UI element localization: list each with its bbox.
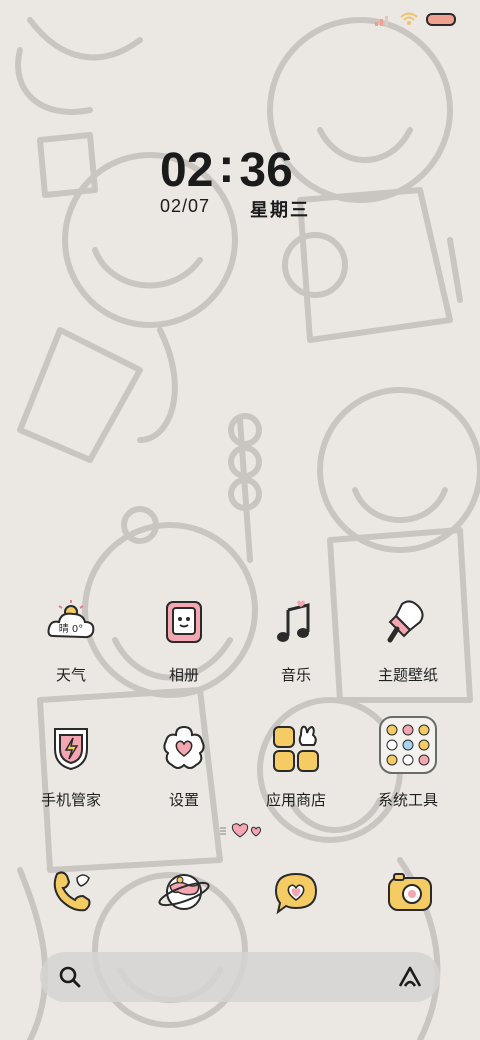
battery-icon bbox=[426, 12, 456, 26]
browser-planet-icon bbox=[158, 874, 210, 910]
app-label: 系统工具 bbox=[377, 792, 438, 809]
dock-browser[interactable] bbox=[156, 864, 212, 920]
app-label: 相册 bbox=[168, 667, 199, 684]
app-label: 主题壁纸 bbox=[377, 667, 438, 684]
flower-heart-icon bbox=[163, 725, 205, 769]
signal-icon bbox=[375, 16, 388, 26]
clock-hours: 02 bbox=[160, 144, 214, 197]
status-bar bbox=[374, 12, 456, 26]
app-label: 设置 bbox=[168, 792, 199, 809]
paintbrush-icon bbox=[387, 600, 424, 643]
app-phone-manager[interactable]: 手机管家 bbox=[15, 721, 127, 810]
hearts-page-indicator-icon bbox=[220, 823, 261, 838]
wifi-icon bbox=[400, 12, 418, 25]
dock-messages[interactable] bbox=[268, 864, 324, 920]
dock-phone[interactable] bbox=[43, 864, 99, 920]
weather-cloud-icon: 晴 0° bbox=[47, 600, 95, 639]
folder-icon bbox=[379, 716, 437, 774]
app-label: 应用商店 bbox=[265, 792, 326, 809]
app-label: 手机管家 bbox=[40, 792, 101, 809]
app-gallery[interactable]: 相册 bbox=[128, 596, 240, 685]
phone-icon bbox=[53, 871, 91, 912]
dock-camera[interactable] bbox=[382, 864, 438, 920]
photo-album-icon bbox=[166, 601, 202, 643]
app-music[interactable]: 音乐 bbox=[240, 596, 352, 685]
clock-separator: : bbox=[218, 140, 235, 193]
app-settings[interactable]: 设置 bbox=[128, 721, 240, 810]
app-weather[interactable]: 晴 0° 天气 bbox=[15, 596, 127, 685]
shield-bolt-icon bbox=[54, 728, 88, 771]
clock-weekday: 星期三 bbox=[250, 200, 310, 220]
music-note-icon bbox=[277, 600, 310, 642]
clock-time: 02:36 bbox=[160, 142, 310, 197]
clock-date: 02/07 bbox=[160, 196, 211, 216]
assistant-icon[interactable] bbox=[396, 964, 424, 990]
weather-icon-text: 晴 0° bbox=[59, 622, 84, 635]
page-indicator[interactable] bbox=[218, 821, 264, 839]
app-label: 天气 bbox=[55, 667, 86, 684]
search-icon[interactable] bbox=[58, 965, 82, 989]
app-store-icon bbox=[273, 725, 319, 772]
app-folder-system-tools[interactable]: 系统工具 bbox=[352, 716, 464, 810]
camera-icon bbox=[388, 873, 432, 911]
clock-widget[interactable]: 02:36 02/07 星期三 bbox=[160, 142, 310, 222]
app-label: 音乐 bbox=[280, 667, 311, 684]
app-store[interactable]: 应用商店 bbox=[240, 721, 352, 810]
app-themes[interactable]: 主题壁纸 bbox=[352, 596, 464, 685]
search-bar[interactable] bbox=[40, 952, 440, 1002]
clock-minutes: 36 bbox=[239, 144, 293, 197]
message-heart-icon bbox=[274, 872, 318, 915]
